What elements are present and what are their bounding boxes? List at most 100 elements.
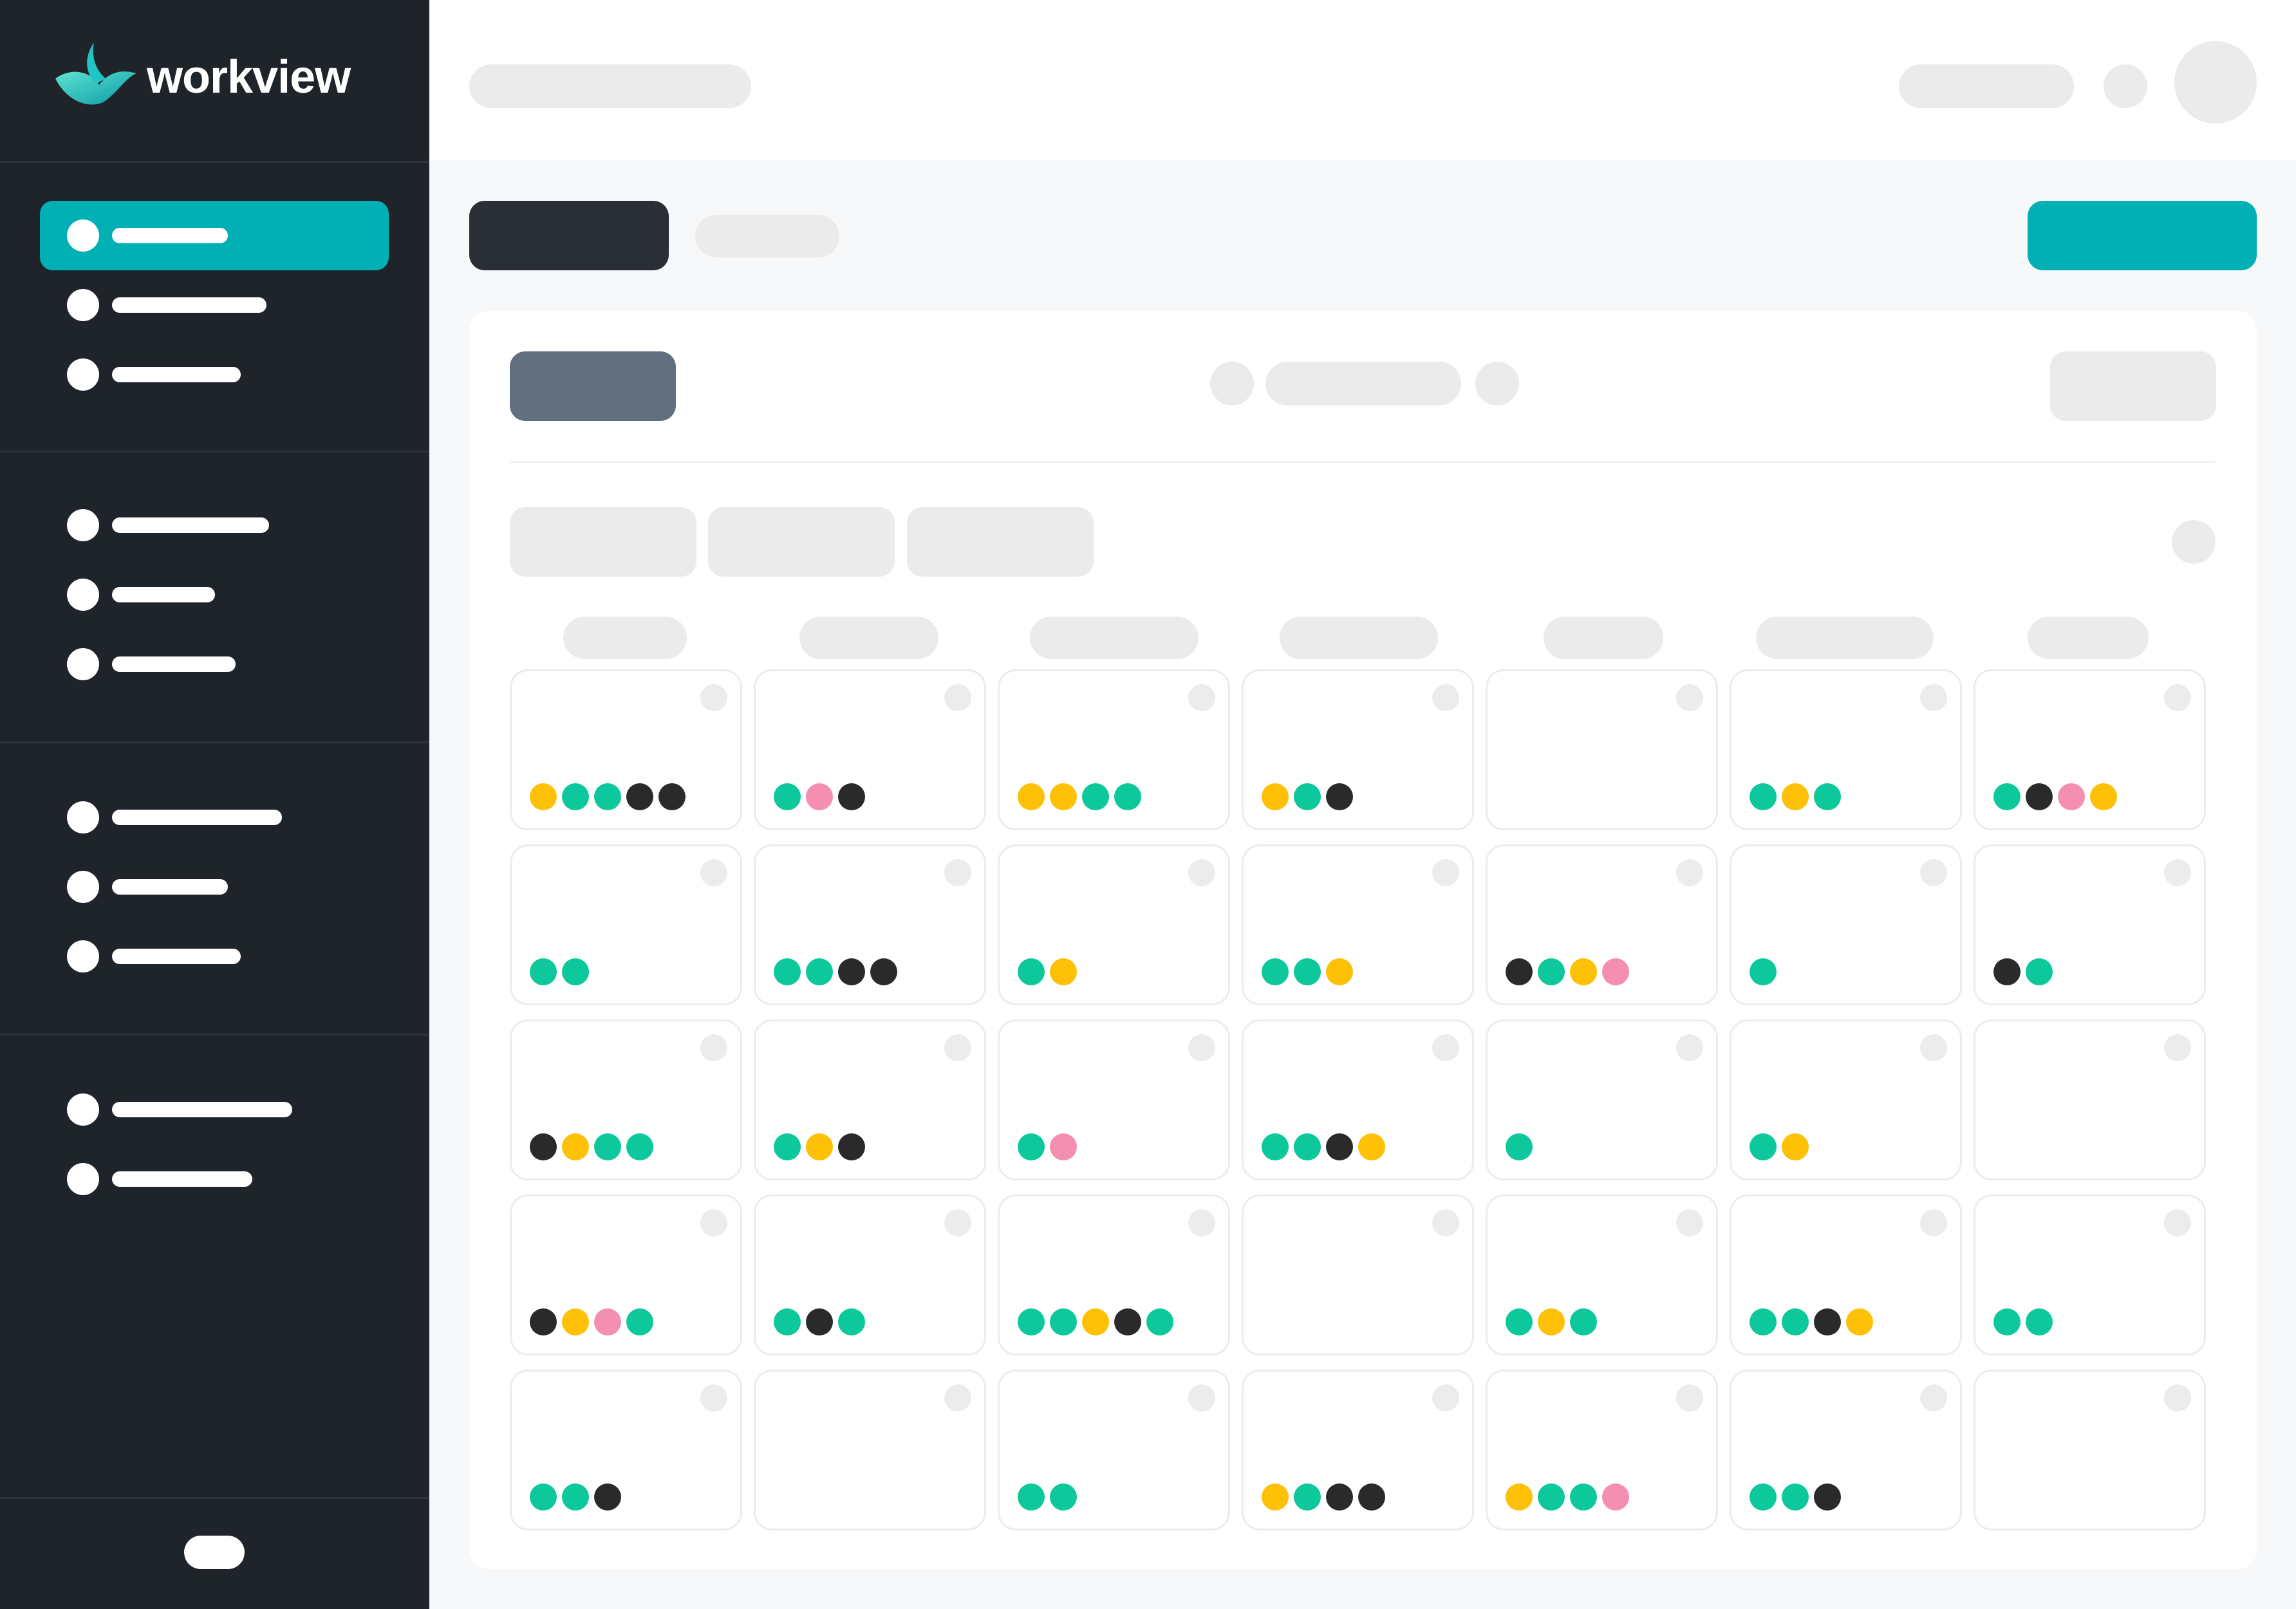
calendar-day-cell[interactable] — [754, 1195, 986, 1355]
event-dot-yellow[interactable] — [1846, 1308, 1873, 1335]
event-dot-yellow[interactable] — [1538, 1308, 1565, 1335]
event-dot-black[interactable] — [1358, 1483, 1385, 1511]
event-dot-green[interactable] — [530, 1483, 557, 1511]
calendar-day-cell[interactable] — [1974, 1370, 2206, 1530]
view-select[interactable] — [2050, 351, 2216, 421]
event-dot-yellow[interactable] — [1050, 958, 1077, 985]
event-dot-yellow[interactable] — [1506, 1483, 1533, 1511]
event-dot-yellow[interactable] — [1782, 783, 1809, 810]
calendar-day-cell[interactable] — [998, 1370, 1230, 1530]
event-dot-pink[interactable] — [1602, 1483, 1629, 1511]
avatar[interactable] — [2174, 41, 2257, 124]
event-dot-green[interactable] — [1262, 958, 1289, 985]
calendar-day-cell[interactable] — [754, 1370, 986, 1530]
event-dot-green[interactable] — [1050, 1483, 1077, 1511]
event-dot-black[interactable] — [838, 783, 865, 810]
event-dot-black[interactable] — [1814, 1483, 1841, 1511]
today-button[interactable] — [510, 351, 676, 421]
event-dot-black[interactable] — [870, 958, 897, 985]
calendar-day-cell[interactable] — [1242, 669, 1474, 830]
event-dot-black[interactable] — [1993, 958, 2021, 985]
filter-chip[interactable] — [510, 507, 696, 577]
event-dot-green[interactable] — [1018, 1133, 1045, 1160]
sidebar-item[interactable] — [40, 922, 389, 991]
event-dot-yellow[interactable] — [1050, 783, 1077, 810]
calendar-day-cell[interactable] — [1974, 1019, 2206, 1180]
event-dot-black[interactable] — [594, 1483, 621, 1511]
calendar-day-cell[interactable] — [1730, 844, 1962, 1005]
calendar-day-cell[interactable] — [510, 669, 742, 830]
event-dot-green[interactable] — [594, 1133, 621, 1160]
filter-chip[interactable] — [907, 507, 1094, 577]
event-dot-green[interactable] — [2026, 1308, 2053, 1335]
primary-tab-button[interactable] — [469, 201, 669, 270]
calendar-day-cell[interactable] — [1730, 1019, 1962, 1180]
event-dot-pink[interactable] — [1050, 1133, 1077, 1160]
event-dot-green[interactable] — [626, 1308, 653, 1335]
event-dot-green[interactable] — [1294, 1133, 1321, 1160]
event-dot-green[interactable] — [1294, 958, 1321, 985]
calendar-day-cell[interactable] — [754, 669, 986, 830]
calendar-day-cell[interactable] — [1974, 844, 2206, 1005]
event-dot-black[interactable] — [1326, 1483, 1353, 1511]
event-dot-green[interactable] — [562, 783, 589, 810]
sidebar-item[interactable] — [40, 340, 389, 409]
sidebar-item[interactable] — [40, 490, 389, 560]
options-icon[interactable] — [2172, 520, 2216, 564]
event-dot-green[interactable] — [1262, 1133, 1289, 1160]
event-dot-yellow[interactable] — [1326, 958, 1353, 985]
event-dot-yellow[interactable] — [2090, 783, 2117, 810]
event-dot-yellow[interactable] — [1358, 1133, 1385, 1160]
search-placeholder[interactable] — [1899, 64, 2074, 108]
event-dot-yellow[interactable] — [1082, 1308, 1109, 1335]
calendar-day-cell[interactable] — [510, 1370, 742, 1530]
sidebar-item-active[interactable] — [40, 201, 389, 270]
event-dot-black[interactable] — [838, 1133, 865, 1160]
logo[interactable]: workview — [54, 40, 351, 114]
event-dot-black[interactable] — [838, 958, 865, 985]
event-dot-black[interactable] — [1326, 783, 1353, 810]
event-dot-green[interactable] — [838, 1308, 865, 1335]
event-dot-yellow[interactable] — [806, 1133, 833, 1160]
calendar-day-cell[interactable] — [1974, 1195, 2206, 1355]
event-dot-green[interactable] — [1018, 1483, 1045, 1511]
event-dot-green[interactable] — [1750, 783, 1777, 810]
event-dot-black[interactable] — [1814, 1308, 1841, 1335]
event-dot-green[interactable] — [1082, 783, 1109, 810]
event-dot-green[interactable] — [530, 958, 557, 985]
event-dot-green[interactable] — [1146, 1308, 1173, 1335]
event-dot-green[interactable] — [1018, 958, 1045, 985]
event-dot-black[interactable] — [1114, 1308, 1141, 1335]
calendar-day-cell[interactable] — [998, 1019, 1230, 1180]
calendar-day-cell[interactable] — [998, 844, 1230, 1005]
event-dot-green[interactable] — [1993, 1308, 2021, 1335]
event-dot-green[interactable] — [626, 1133, 653, 1160]
event-dot-green[interactable] — [774, 1308, 801, 1335]
sidebar-item[interactable] — [40, 560, 389, 629]
event-dot-green[interactable] — [1750, 1483, 1777, 1511]
event-dot-green[interactable] — [1750, 958, 1777, 985]
calendar-day-cell[interactable] — [998, 669, 1230, 830]
event-dot-black[interactable] — [806, 1308, 833, 1335]
event-dot-green[interactable] — [2026, 958, 2053, 985]
calendar-day-cell[interactable] — [1730, 669, 1962, 830]
event-dot-black[interactable] — [2026, 783, 2053, 810]
event-dot-yellow[interactable] — [562, 1133, 589, 1160]
calendar-day-cell[interactable] — [1486, 1019, 1718, 1180]
calendar-day-cell[interactable] — [754, 1019, 986, 1180]
event-dot-green[interactable] — [1114, 783, 1141, 810]
sidebar-collapse-button[interactable] — [184, 1536, 245, 1569]
event-dot-green[interactable] — [1294, 783, 1321, 810]
calendar-day-cell[interactable] — [998, 1195, 1230, 1355]
event-dot-green[interactable] — [562, 958, 589, 985]
event-dot-yellow[interactable] — [1782, 1133, 1809, 1160]
event-dot-green[interactable] — [594, 783, 621, 810]
calendar-day-cell[interactable] — [510, 1195, 742, 1355]
calendar-day-cell[interactable] — [1486, 844, 1718, 1005]
event-dot-pink[interactable] — [2058, 783, 2085, 810]
event-dot-pink[interactable] — [806, 783, 833, 810]
event-dot-yellow[interactable] — [1570, 958, 1597, 985]
calendar-day-cell[interactable] — [1974, 669, 2206, 830]
event-dot-green[interactable] — [1506, 1133, 1533, 1160]
event-dot-yellow[interactable] — [1262, 783, 1289, 810]
